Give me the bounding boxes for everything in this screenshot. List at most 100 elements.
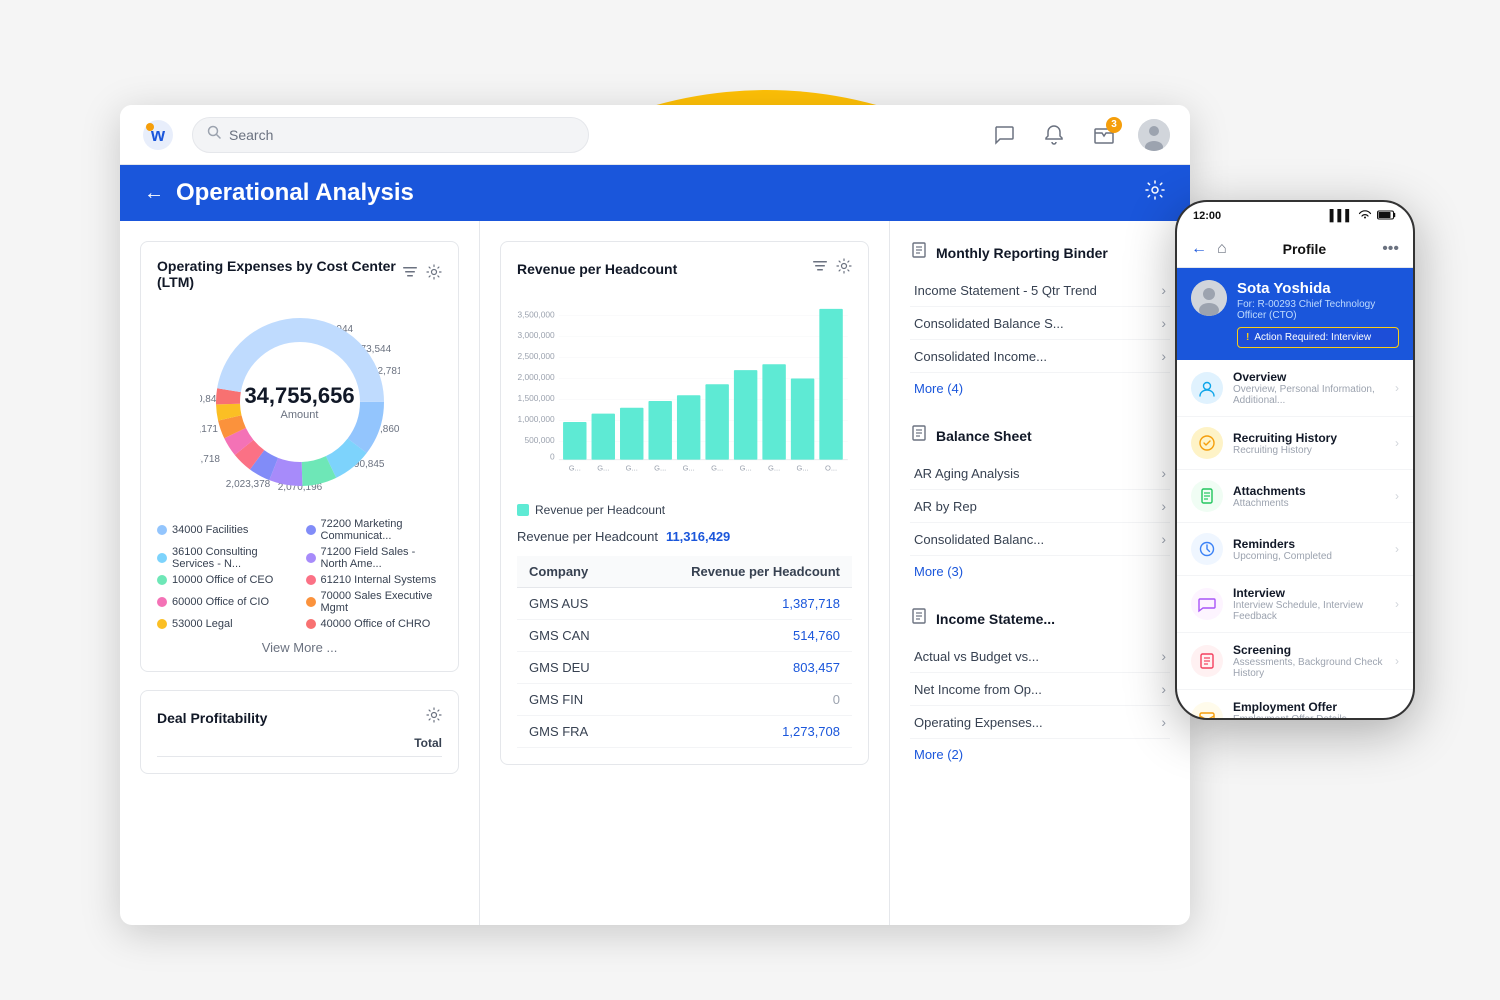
balance-sheet-section: Balance Sheet AR Aging Analysis › AR by … — [910, 424, 1170, 587]
chevron-right-icon: › — [1161, 648, 1166, 664]
more-link-monthly[interactable]: More (4) — [910, 373, 1170, 404]
revenue-chart-legend: Revenue per Headcount — [517, 503, 852, 517]
phone-menu-item-recruiting[interactable]: Recruiting History Recruiting History › — [1177, 417, 1413, 470]
svg-text:G...: G... — [683, 464, 695, 473]
inbox-badge: 3 — [1106, 117, 1122, 133]
report-item[interactable]: AR by Rep › — [910, 490, 1170, 523]
svg-text:1,500,000: 1,500,000 — [517, 393, 555, 403]
bell-button[interactable] — [1038, 119, 1070, 151]
profile-name: Sota Yoshida — [1237, 280, 1399, 297]
svg-text:2,023,378: 2,023,378 — [225, 479, 270, 490]
opex-card: Operating Expenses by Cost Center (LTM) — [140, 241, 459, 672]
inbox-button[interactable]: 3 — [1088, 119, 1120, 151]
revenue-stat-row: Revenue per Headcount 11,316,429 — [517, 529, 852, 544]
svg-text:G...: G... — [740, 464, 752, 473]
phone-menu-item-attachments[interactable]: Attachments Attachments › — [1177, 470, 1413, 523]
phone-home-button[interactable]: ⌂ — [1217, 240, 1227, 258]
mobile-phone: 12:00 ▌▌▌ — [1175, 200, 1415, 720]
deal-settings-icon[interactable] — [426, 707, 442, 728]
chevron-right-icon: › — [1161, 531, 1166, 547]
recruiting-chevron: › — [1395, 436, 1399, 450]
legend-label-1: 36100 Consulting Services - N... — [172, 546, 294, 570]
revenue-stat-label: Revenue per Headcount — [517, 529, 658, 544]
reminders-chevron: › — [1395, 542, 1399, 556]
recruiting-label: Recruiting History — [1233, 431, 1385, 445]
nav-icons: 3 — [988, 119, 1170, 151]
phone-time: 12:00 — [1193, 210, 1221, 222]
deal-card-title: Deal Profitability — [157, 710, 267, 726]
page-header: ← Operational Analysis — [120, 165, 1190, 221]
phone-profile-header: Sota Yoshida For: R-00293 Chief Technolo… — [1177, 268, 1413, 360]
report-item[interactable]: AR Aging Analysis › — [910, 457, 1170, 490]
battery-icon — [1377, 210, 1397, 223]
svg-text:1,275,171: 1,275,171 — [200, 424, 218, 435]
legend-item-1: 36100 Consulting Services - N... — [157, 546, 294, 570]
legend-dot-6 — [306, 553, 316, 563]
report-item[interactable]: Net Income from Op... › — [910, 673, 1170, 706]
svg-text:G...: G... — [768, 464, 780, 473]
filter-icon[interactable] — [402, 264, 418, 285]
phone-menu-item-interview[interactable]: Interview Interview Schedule, Interview … — [1177, 576, 1413, 633]
legend-label-3: 60000 Office of CIO — [172, 596, 269, 608]
search-bar[interactable]: Search — [192, 117, 589, 153]
svg-text:3,000,000: 3,000,000 — [517, 330, 555, 340]
legend-dot-4 — [157, 619, 167, 629]
company-name: GMS DEU — [517, 652, 627, 684]
phone-menu-item-screening[interactable]: Screening Assessments, Background Check … — [1177, 633, 1413, 690]
reminders-label: Reminders — [1233, 537, 1385, 551]
legend-dot-5 — [306, 525, 316, 535]
company-name: GMS CAN — [517, 620, 627, 652]
report-item[interactable]: Income Statement - 5 Qtr Trend › — [910, 274, 1170, 307]
phone-menu-item-employment-offer[interactable]: Employment Offer Employment Offer Detail… — [1177, 690, 1413, 720]
settings-button[interactable] — [1144, 179, 1166, 207]
svg-text:500,000: 500,000 — [524, 435, 555, 445]
signal-icon: ▌▌▌ — [1330, 210, 1353, 222]
back-button[interactable]: ← — [144, 182, 164, 205]
gear-icon[interactable] — [426, 264, 442, 285]
revenue-value: 514,760 — [627, 620, 852, 652]
svg-text:2,000,000: 2,000,000 — [517, 372, 555, 382]
avatar-button[interactable] — [1138, 119, 1170, 151]
phone-nav-left: ← ⌂ — [1191, 240, 1227, 258]
report-item[interactable]: Operating Expenses... › — [910, 706, 1170, 739]
screening-chevron: › — [1395, 654, 1399, 668]
search-label: Search — [229, 127, 273, 143]
phone-menu-item-reminders[interactable]: Reminders Upcoming, Completed › — [1177, 523, 1413, 576]
report-item[interactable]: Consolidated Balanc... › — [910, 523, 1170, 556]
svg-text:G...: G... — [711, 464, 723, 473]
desktop-window: w Search — [120, 105, 1190, 925]
report-item[interactable]: Consolidated Balance S... › — [910, 307, 1170, 340]
attachments-chevron: › — [1395, 489, 1399, 503]
report-item-label: Income Statement - 5 Qtr Trend — [914, 283, 1097, 298]
report-item[interactable]: Consolidated Income... › — [910, 340, 1170, 373]
legend-dot-0 — [157, 525, 167, 535]
view-more-link[interactable]: View More ... — [157, 640, 442, 655]
more-link-balance[interactable]: More (3) — [910, 556, 1170, 587]
income-statement-icon — [910, 607, 928, 630]
table-header-row: Company Revenue per Headcount — [517, 556, 852, 588]
phone-more-button[interactable]: ••• — [1382, 240, 1399, 258]
revenue-gear-icon[interactable] — [836, 258, 852, 279]
chat-button[interactable] — [988, 119, 1020, 151]
legend-dot-9 — [306, 619, 316, 629]
bar-chart: 3,500,000 3,000,000 2,500,000 2,000,000 … — [517, 291, 852, 491]
phone-back-button[interactable]: ← — [1191, 240, 1207, 258]
top-nav: w Search — [120, 105, 1190, 165]
action-required-text: Action Required: Interview — [1254, 332, 1371, 343]
interview-text: Interview Interview Schedule, Interview … — [1233, 586, 1385, 622]
attachments-label: Attachments — [1233, 484, 1385, 498]
report-item-label: Actual vs Budget vs... — [914, 649, 1039, 664]
revenue-filter-icon[interactable] — [812, 258, 828, 279]
report-item[interactable]: Actual vs Budget vs... › — [910, 640, 1170, 673]
more-link-income[interactable]: More (2) — [910, 739, 1170, 770]
balance-sheet-header: Balance Sheet — [910, 424, 1170, 447]
company-name: GMS FIN — [517, 684, 627, 716]
table-row: GMS CAN 514,760 — [517, 620, 852, 652]
phone-menu-item-overview[interactable]: Overview Overview, Personal Information,… — [1177, 360, 1413, 417]
opex-card-header: Operating Expenses by Cost Center (LTM) — [157, 258, 442, 290]
table-row: GMS DEU 803,457 — [517, 652, 852, 684]
legend-item-5: 72200 Marketing Communicat... — [306, 518, 443, 542]
reminders-text: Reminders Upcoming, Completed — [1233, 537, 1385, 562]
phone-status-right: ▌▌▌ — [1330, 210, 1397, 223]
attachments-icon — [1191, 480, 1223, 512]
